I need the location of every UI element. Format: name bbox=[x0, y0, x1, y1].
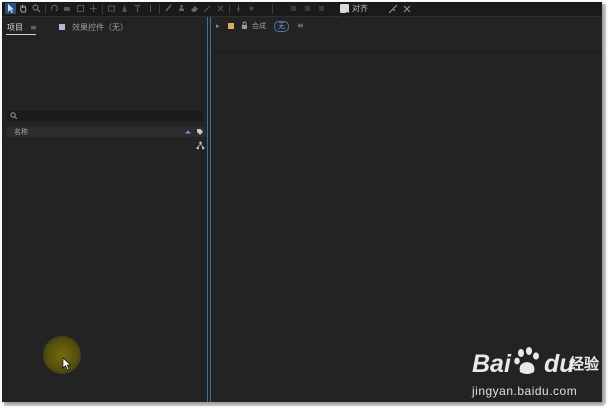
after-effects-window: 对齐 项目 ≡ 效果控件（无） 名称 ▸ 合成 无 ≡ Bai du 经验 ji… bbox=[2, 2, 602, 402]
camera-tool-icon[interactable] bbox=[62, 3, 73, 14]
pin-bend-tool-icon[interactable] bbox=[246, 3, 257, 14]
project-panel: 项目 ≡ 效果控件（无） 名称 bbox=[2, 17, 208, 402]
world-axis-icon[interactable] bbox=[302, 3, 313, 14]
snapping-checkbox[interactable] bbox=[340, 4, 349, 18]
type-tool-icon[interactable] bbox=[132, 3, 143, 14]
pen-tool-icon[interactable] bbox=[119, 3, 130, 14]
composition-label: 合成 bbox=[252, 22, 266, 30]
active-tab-underline bbox=[6, 34, 36, 35]
mouse-pointer-icon bbox=[62, 357, 72, 371]
rotate-tool-icon[interactable] bbox=[49, 3, 60, 14]
roto-brush-tool-icon[interactable] bbox=[202, 3, 213, 14]
active-panel-border bbox=[207, 17, 208, 402]
lock-icon[interactable] bbox=[241, 21, 248, 30]
text-cursor-icon[interactable] bbox=[145, 3, 156, 14]
hand-tool-icon[interactable] bbox=[18, 3, 29, 14]
label-tag-icon[interactable] bbox=[196, 128, 204, 136]
composition-color-swatch bbox=[228, 23, 234, 29]
project-search-input[interactable] bbox=[7, 111, 203, 121]
sort-up-icon[interactable] bbox=[184, 128, 192, 136]
tools-toolbar: 对齐 bbox=[2, 2, 602, 18]
baidu-jingyan-watermark: Bai du 经验 jingyan.baidu.com bbox=[470, 344, 600, 402]
search-icon bbox=[10, 112, 18, 120]
composition-dropdown[interactable]: 无 bbox=[274, 21, 289, 32]
effects-tab-color-swatch bbox=[59, 24, 65, 30]
pan-behind-tool-icon[interactable] bbox=[75, 3, 86, 14]
snapping-label: 对齐 bbox=[352, 4, 368, 13]
zoom-tool-icon[interactable] bbox=[31, 3, 42, 14]
local-axis-icon[interactable] bbox=[288, 3, 299, 14]
tab-project[interactable]: 项目 bbox=[7, 23, 23, 33]
watermark-brand-bai: Bai bbox=[472, 350, 511, 378]
clone-stamp-tool-icon[interactable] bbox=[176, 3, 187, 14]
snap-feature-icon[interactable] bbox=[401, 3, 412, 14]
watermark-url: jingyan.baidu.com bbox=[472, 384, 578, 398]
panel-arrow-icon[interactable]: ▸ bbox=[216, 21, 220, 31]
puppet-pin-tool-icon[interactable] bbox=[215, 3, 226, 14]
project-panel-menu-icon[interactable]: ≡ bbox=[30, 23, 37, 33]
orbit-tool-icon[interactable] bbox=[88, 3, 99, 14]
column-name-label[interactable]: 名称 bbox=[14, 127, 28, 137]
pin-tool-icon[interactable] bbox=[233, 3, 244, 14]
snap-edge-icon[interactable] bbox=[387, 3, 398, 14]
baidu-paw-icon bbox=[514, 347, 539, 374]
tab-effect-controls[interactable]: 效果控件（无） bbox=[72, 23, 128, 33]
selection-tool-icon[interactable] bbox=[5, 3, 16, 14]
eraser-tool-icon[interactable] bbox=[189, 3, 200, 14]
project-column-header: 名称 bbox=[6, 127, 206, 137]
composition-panel-menu-icon[interactable]: ≡ bbox=[297, 21, 304, 31]
flowchart-icon[interactable] bbox=[196, 141, 205, 150]
brush-tool-icon[interactable] bbox=[163, 3, 174, 14]
mask-tool-icon[interactable] bbox=[106, 3, 117, 14]
panel-header-divider bbox=[211, 52, 602, 53]
view-axis-icon[interactable] bbox=[316, 3, 327, 14]
watermark-brand-cn: 经验 bbox=[569, 355, 600, 373]
